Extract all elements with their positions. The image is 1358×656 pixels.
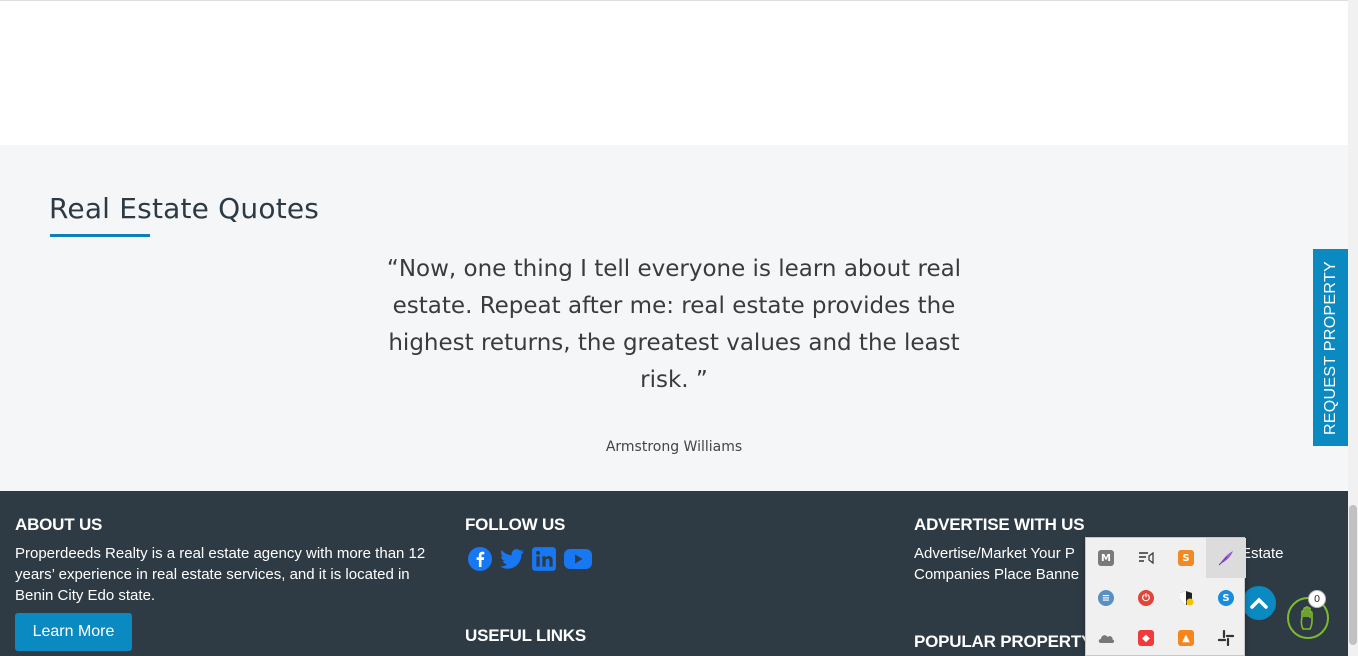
page-scrollbar[interactable] <box>1348 0 1358 656</box>
title-underline <box>50 234 150 237</box>
follow-heading: FOLLOW US <box>465 515 566 534</box>
scroll-to-top-button[interactable] <box>1242 586 1276 620</box>
youtube-icon[interactable] <box>563 546 593 572</box>
quotes-section: Real Estate Quotes “Now, one thing I tel… <box>0 145 1348 491</box>
linkedin-icon[interactable] <box>531 546 557 572</box>
useful-links-heading: USEFUL LINKS <box>465 626 587 645</box>
about-column: ABOUT US Properdeeds Realty is a real es… <box>15 515 435 606</box>
request-property-label: REQUEST PROPERTY <box>1321 260 1339 435</box>
scrollbar-thumb[interactable] <box>1349 505 1357 645</box>
section-title: Real Estate Quotes <box>49 192 320 225</box>
advertise-text-start: Advertise/Market Your P <box>914 545 1075 562</box>
chevron-up-icon <box>1250 597 1268 609</box>
system-tray-overflow: M S ≡ ⏻ S ◆ ▲ <box>1085 537 1246 656</box>
metamask-icon[interactable]: ▲ <box>1166 618 1206 656</box>
sublime-icon[interactable]: S <box>1166 538 1206 578</box>
quote-author: Armstrong Williams <box>605 439 743 455</box>
notification-icon[interactable] <box>1126 538 1166 578</box>
popular-property-heading: POPULAR PROPERTY <box>914 632 1093 651</box>
top-blank-area <box>0 0 1348 145</box>
advertise-text-line2: Companies Place Banne <box>914 566 1080 583</box>
shield-warning-icon[interactable] <box>1166 578 1206 618</box>
power-icon[interactable]: ⏻ <box>1126 578 1166 618</box>
feather-icon[interactable] <box>1206 538 1246 578</box>
notification-count-badge: 0 <box>1308 590 1326 608</box>
follow-column: FOLLOW US <box>465 515 765 535</box>
twitter-icon[interactable] <box>499 546 525 572</box>
slack-icon[interactable] <box>1206 618 1246 656</box>
quote-text: “Now, one thing I tell everyone is learn… <box>386 256 962 393</box>
about-heading: ABOUT US <box>15 515 103 534</box>
about-text: Properdeeds Realty is a real estate agen… <box>15 545 426 604</box>
social-links <box>467 546 593 572</box>
advertise-text-end: Estate <box>1241 545 1284 562</box>
anydesk-icon[interactable]: ◆ <box>1126 618 1166 656</box>
skype-icon[interactable]: S <box>1206 578 1246 618</box>
mcafee-icon[interactable]: M <box>1086 538 1126 578</box>
onedrive-icon[interactable] <box>1086 618 1126 656</box>
advertise-heading: ADVERTISE WITH US <box>914 515 1085 534</box>
facebook-icon[interactable] <box>467 546 493 572</box>
popular-property-column: POPULAR PROPERTY <box>914 632 1092 652</box>
learn-more-button[interactable]: Learn More <box>15 613 132 651</box>
storage-icon[interactable]: ≡ <box>1086 578 1126 618</box>
request-property-tab[interactable]: REQUEST PROPERTY <box>1313 249 1348 446</box>
hand-icon <box>1300 606 1313 630</box>
useful-links-column: USEFUL LINKS <box>465 626 586 646</box>
